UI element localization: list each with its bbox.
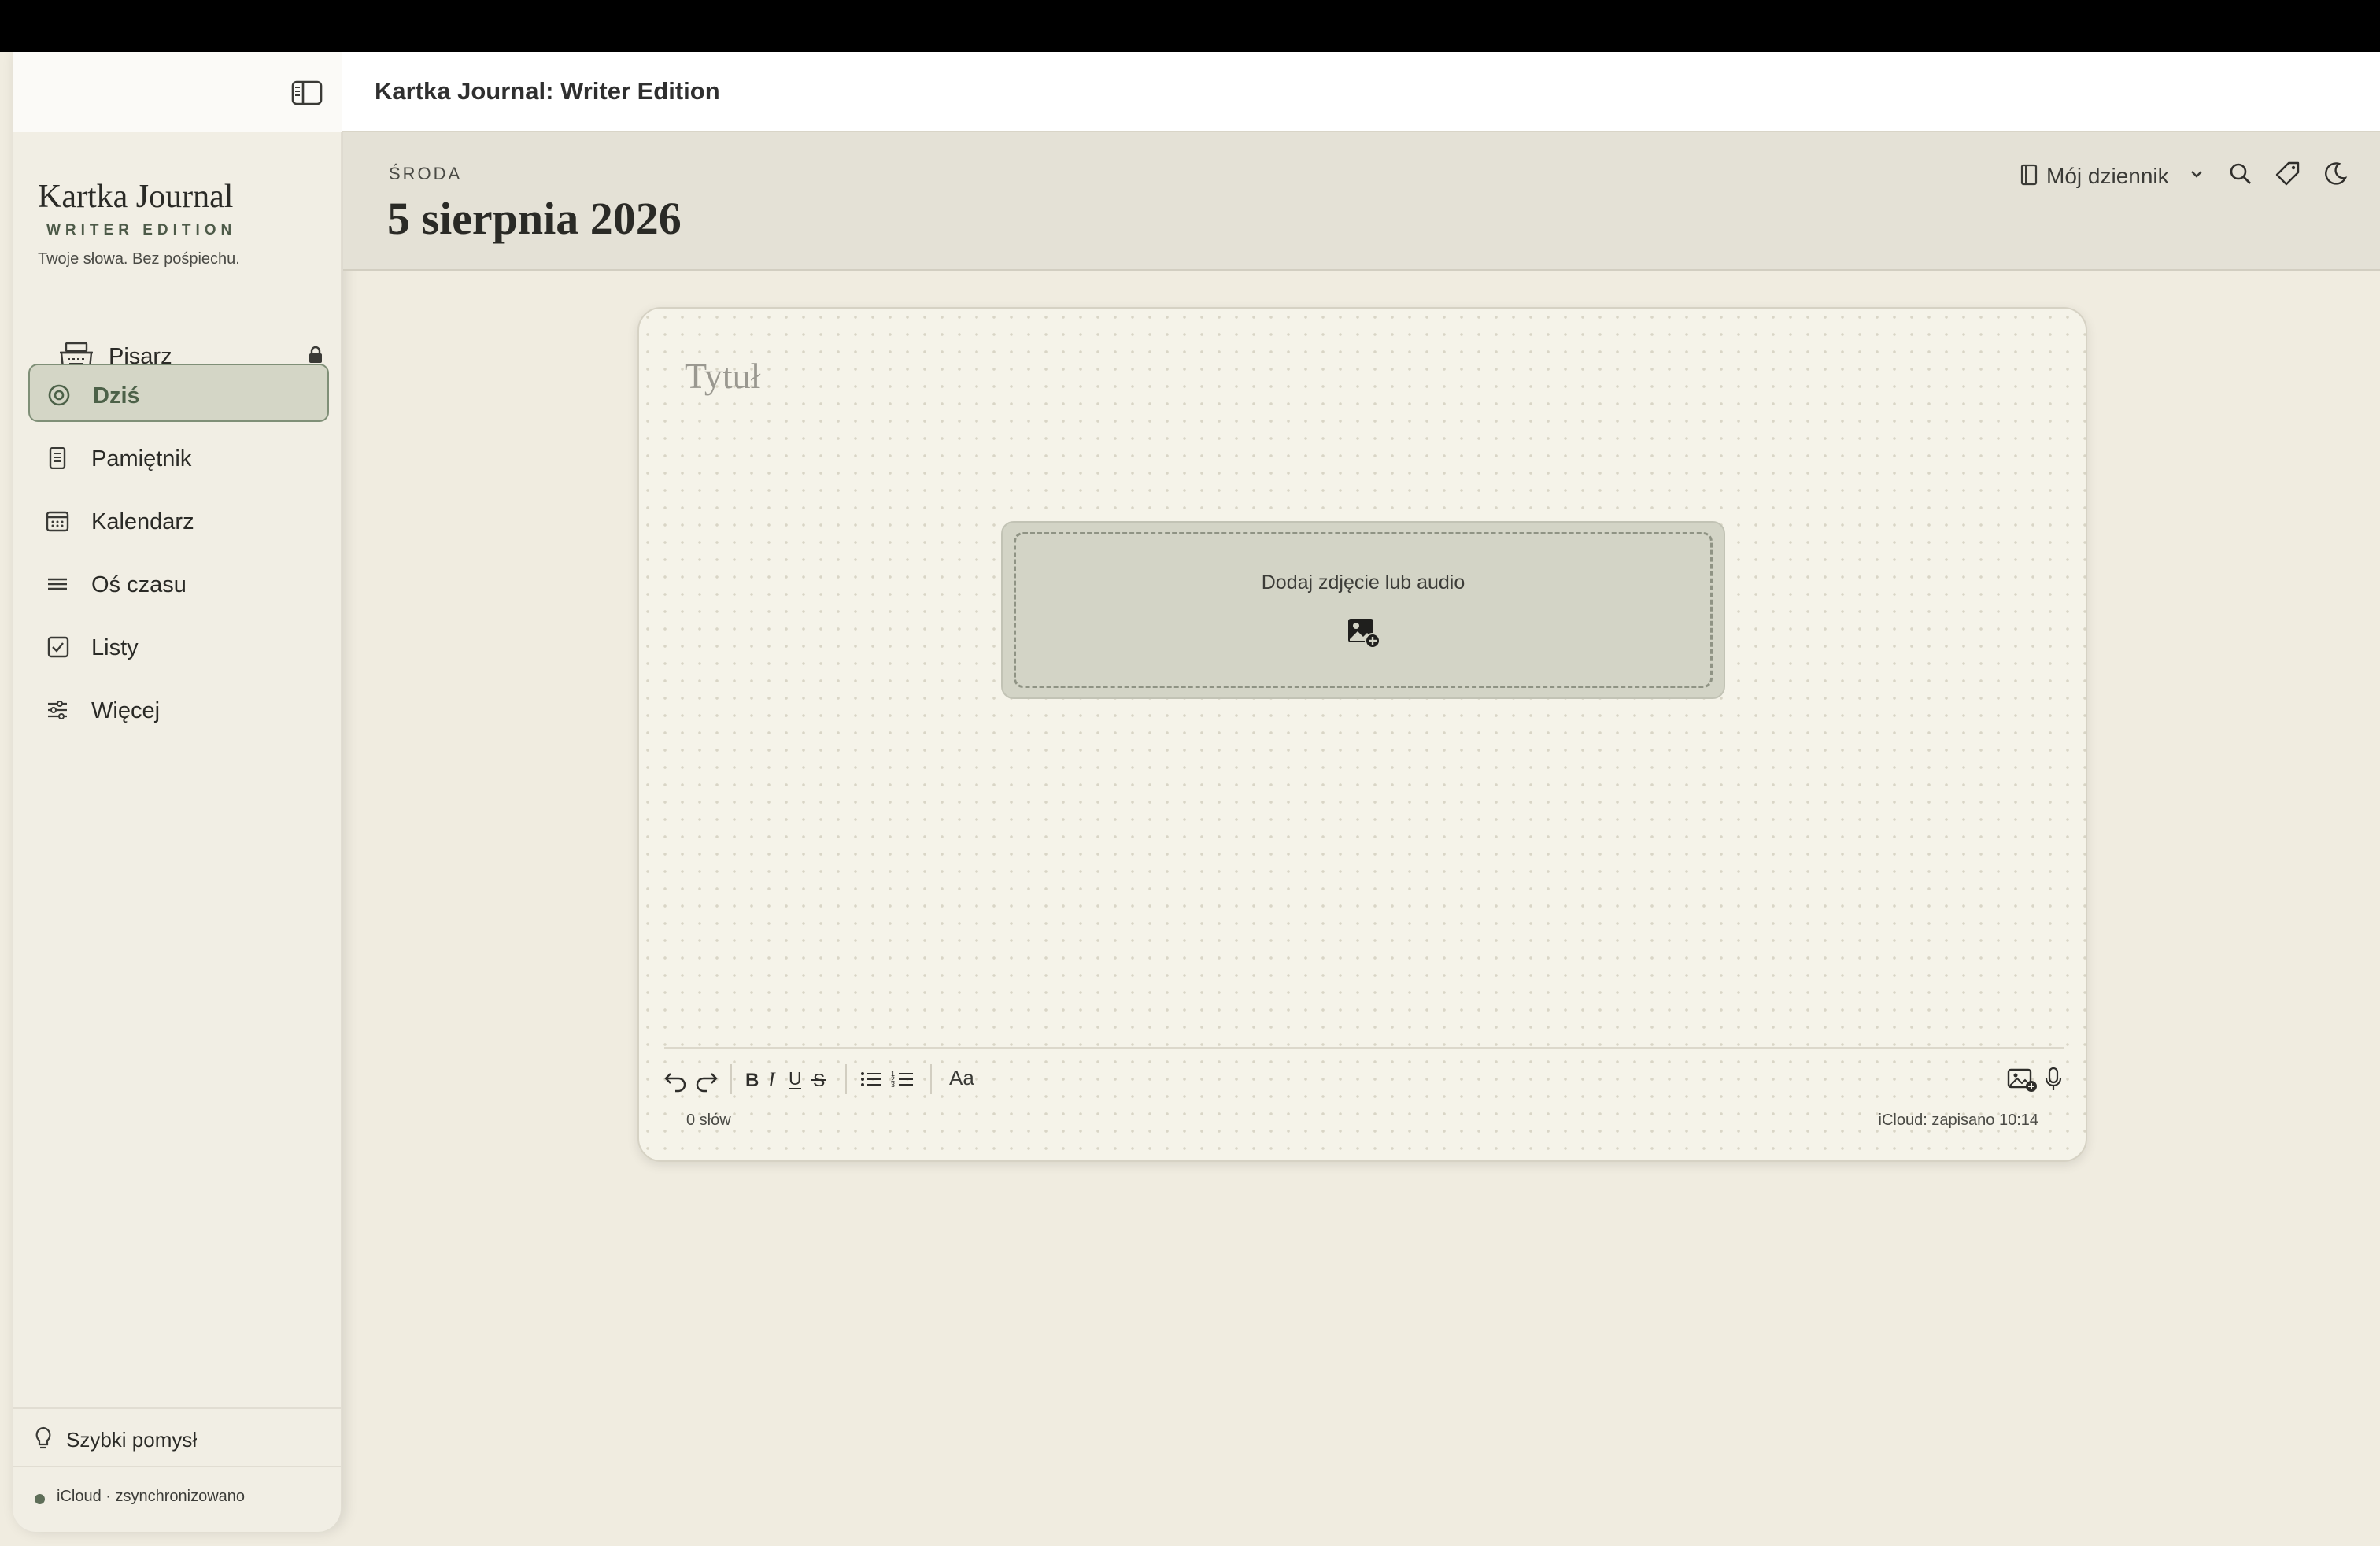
svg-text:3: 3 [891, 1081, 895, 1089]
undo-icon[interactable] [663, 1066, 689, 1093]
calendar-icon [46, 510, 69, 532]
microphone-icon[interactable] [2043, 1066, 2064, 1093]
toolbar-separator [930, 1064, 932, 1094]
svg-text:B: B [745, 1070, 759, 1091]
sidebar-item-os-czasu[interactable]: Oś czasu [28, 554, 329, 612]
sidebar-item-label: Dziś [93, 383, 140, 409]
chevron-down-icon [2190, 168, 2204, 179]
sidebar-item-label: Kalendarz [91, 509, 194, 534]
toolbar-separator [845, 1064, 847, 1094]
save-status: iCloud: zapisano 10:14 [1878, 1111, 2038, 1129]
weekday-label: ŚRODA [389, 164, 463, 183]
numbered-list-icon[interactable]: 1 2 3 [889, 1066, 916, 1093]
font-style-button[interactable]: Aa [949, 1066, 974, 1090]
moon-icon[interactable] [2322, 161, 2349, 187]
sidebar-item-listy[interactable]: Listy [28, 617, 329, 675]
svg-text:I: I [767, 1068, 776, 1091]
redo-icon[interactable] [693, 1066, 719, 1093]
quick-idea-label: Szybki pomysł [66, 1428, 198, 1452]
sidebar: Kartka Journal WRITER EDITION Twoje słow… [13, 52, 342, 1532]
sidebar-toggle-icon[interactable] [291, 80, 323, 105]
checkbox-icon [46, 636, 69, 658]
lock-icon [309, 346, 323, 364]
word-count: 0 słów [686, 1111, 731, 1129]
insert-image-icon[interactable] [2007, 1066, 2038, 1093]
sidebar-divider [13, 1466, 342, 1467]
target-icon [47, 384, 71, 406]
lines-icon [46, 573, 69, 595]
svg-text:U: U [789, 1068, 802, 1089]
sidebar-item-wiecej[interactable]: Więcej [28, 680, 329, 738]
toolbar-separator [730, 1064, 732, 1094]
dropzone-border [1014, 532, 1713, 688]
notebook-icon [46, 447, 69, 469]
sidebar-item-pamietnik[interactable]: Pamiętnik [28, 428, 329, 486]
sidebar-divider [13, 1407, 342, 1409]
sidebar-item-label: Pamiętnik [91, 446, 192, 472]
add-media-dropzone[interactable]: Dodaj zdjęcie lub audio [1001, 521, 1725, 699]
search-icon[interactable] [2227, 161, 2254, 187]
lightbulb-icon [35, 1426, 52, 1452]
brand-tagline: Twoje słowa. Bez pośpiechu. [38, 250, 240, 268]
book-icon [2020, 164, 2038, 186]
sliders-icon [46, 699, 69, 721]
window-title-bar: Kartka Journal: Writer Edition [342, 52, 2380, 132]
title-input[interactable] [685, 348, 1393, 403]
sync-status-dot [35, 1494, 45, 1504]
page-title: 5 sierpnia 2026 [387, 193, 682, 244]
sync-status-label: iCloud · zsynchronizowano [57, 1488, 246, 1505]
window-title: Kartka Journal: Writer Edition [375, 77, 720, 105]
toolbar-divider [664, 1047, 2064, 1049]
system-top-bar [0, 0, 2380, 52]
underline-icon[interactable]: U [782, 1066, 809, 1093]
tag-icon[interactable] [2275, 161, 2301, 187]
bullet-list-icon[interactable] [858, 1066, 885, 1093]
add-media-label: Dodaj zdjęcie lub audio [1261, 571, 1465, 594]
brand-edition: WRITER EDITION [46, 222, 237, 239]
sidebar-item-kalendarz[interactable]: Kalendarz [28, 491, 329, 549]
editor-card: Dodaj zdjęcie lub audio B I [638, 307, 2087, 1162]
sidebar-item-label: Listy [91, 635, 139, 660]
sidebar-item-label: Oś czasu [91, 572, 187, 597]
sidebar-item-label: Więcej [91, 698, 161, 723]
strikethrough-icon[interactable]: S [806, 1066, 833, 1093]
brand-name: Kartka Journal [38, 179, 234, 215]
sidebar-item-dzis[interactable]: Dziś [28, 364, 329, 422]
main-header: ŚRODA 5 sierpnia 2026 Mój dziennik [343, 132, 2380, 271]
journal-selector-label: Mój dziennik [2046, 164, 2169, 188]
add-photo-icon [1346, 616, 1382, 650]
